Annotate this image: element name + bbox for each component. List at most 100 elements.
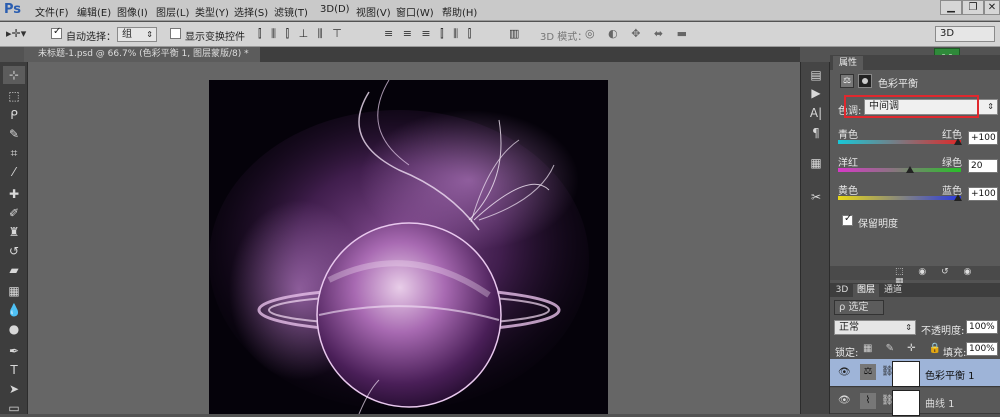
balance-icon: ⚖ <box>840 74 854 88</box>
options-bar: ▸✛▾ ✓ 自动选择： 组 ⇕ 显示变换控件 ⫿ ⫼ ⫿ ⊥ ⫼ ⊤ ≡ ≡ ≡… <box>0 22 1000 47</box>
menu-image[interactable]: 图像(I) <box>117 4 148 19</box>
app-logo: Ps <box>4 2 22 17</box>
layer-name: 色彩平衡 1 <box>925 371 975 382</box>
menu-edit[interactable]: 编辑(E) <box>77 4 111 19</box>
mask-icon[interactable] <box>858 74 872 88</box>
eyedropper-tool-icon[interactable]: ⁄ <box>3 163 25 181</box>
opacity-value[interactable]: 100% <box>966 320 998 334</box>
crop-tool-icon[interactable]: ⌗ <box>3 144 25 162</box>
menu-file[interactable]: 文件(F) <box>35 4 69 19</box>
dropdown-arrows-icon: ⇕ <box>987 102 994 111</box>
marquee-tool-icon[interactable]: ⬚ <box>3 87 25 105</box>
tab-3d[interactable]: 3D <box>832 284 852 297</box>
blur-tool-icon[interactable]: 💧 <box>3 301 25 319</box>
fill-value[interactable]: 100% <box>966 342 998 356</box>
layer-row-color-balance[interactable]: 👁 ⚖ ⛓ 色彩平衡 1 <box>830 359 1000 387</box>
layer-mask-thumbnail[interactable] <box>892 361 920 387</box>
layer-mask-thumbnail[interactable] <box>892 390 920 416</box>
move-tool-preset-icon[interactable]: ▸✛▾ <box>6 27 26 40</box>
auto-align-icon[interactable]: ▥ <box>509 27 519 40</box>
highlight-box <box>844 95 979 118</box>
menu-window[interactable]: 窗口(W) <box>396 4 434 19</box>
properties-title: 色彩平衡 <box>878 79 918 90</box>
menu-help[interactable]: 帮助(H) <box>442 4 477 19</box>
layer-filter-value: ρ 选定 <box>839 302 869 313</box>
actions-panel-icon[interactable]: ▶ <box>806 84 826 102</box>
panel-icon-strip: ▤ ▶ A| ¶ ▦ ✂ <box>800 62 830 414</box>
dodge-tool-icon[interactable]: ● <box>3 320 25 338</box>
menu-view[interactable]: 视图(V) <box>356 4 391 19</box>
pen-tool-icon[interactable]: ✒ <box>3 342 25 360</box>
clone-stamp-tool-icon[interactable]: ♜ <box>3 223 25 241</box>
layer-row-curves[interactable]: 👁 ⌇ ⛓ 曲线 1 <box>830 388 1000 416</box>
tool-presets-panel-icon[interactable]: ✂ <box>806 188 826 206</box>
menu-3d[interactable]: 3D(D) <box>320 4 350 15</box>
layer-filter-dropdown[interactable]: ρ 选定 <box>834 300 884 315</box>
gradient-tool-icon[interactable]: ▦ <box>3 282 25 300</box>
menu-bar: Ps 文件(F) 编辑(E) 图像(I) 图层(L) 类型(Y) 选择(S) 滤… <box>0 0 1000 21</box>
menu-filter[interactable]: 滤镜(T) <box>274 4 308 19</box>
lock-icons[interactable]: ▦ ✎ ✛ 🔒 <box>863 343 946 354</box>
type-tool-icon[interactable]: T <box>3 361 25 379</box>
tab-properties[interactable]: 属性 <box>833 56 863 70</box>
history-panel-icon[interactable]: ▤ <box>806 66 826 84</box>
dropdown-arrows-icon: ⇕ <box>905 323 912 332</box>
document-tab-label: 未标题-1.psd @ 66.7% (色彩平衡 1, 图层蒙版/8) * <box>38 49 249 59</box>
document-canvas[interactable] <box>209 80 608 414</box>
slider-thumb[interactable] <box>954 138 962 145</box>
healing-brush-tool-icon[interactable]: ✚ <box>3 185 25 203</box>
lasso-tool-icon[interactable]: ᑭ <box>3 106 25 124</box>
balance-icon: ⚖ <box>860 364 876 380</box>
tab-channels[interactable]: 通道 <box>880 284 906 297</box>
mask-circle <box>862 78 868 84</box>
curves-icon: ⌇ <box>860 393 876 409</box>
brush-tool-icon[interactable]: ✐ <box>3 204 25 222</box>
slider-thumb[interactable] <box>954 194 962 201</box>
move-tool-icon[interactable]: ⊹ <box>3 66 25 84</box>
layer-comps-panel-icon[interactable]: ▦ <box>806 154 826 172</box>
auto-select-dropdown[interactable]: 组 ⇕ <box>117 27 157 42</box>
preserve-luminosity-checkbox[interactable]: ✓ <box>842 213 853 226</box>
paragraph-panel-icon[interactable]: ¶ <box>806 124 826 142</box>
document-tab[interactable]: 未标题-1.psd @ 66.7% (色彩平衡 1, 图层蒙版/8) * × <box>24 47 260 73</box>
quick-select-tool-icon[interactable]: ✎ <box>3 125 25 143</box>
planet-artwork <box>209 80 608 414</box>
magenta-green-value[interactable]: 20 <box>968 159 998 173</box>
cyan-red-slider[interactable] <box>838 140 961 144</box>
tools-panel: ⊹ ⬚ ᑭ ✎ ⌗ ⁄ ✚ ✐ ♜ ↺ ▰ ▦ 💧 ● ✒ T ➤ ▭ <box>0 62 28 417</box>
eraser-tool-icon[interactable]: ▰ <box>3 261 25 279</box>
character-panel-icon[interactable]: A| <box>806 104 826 122</box>
eye-icon[interactable]: 👁 <box>838 395 851 406</box>
menu-select[interactable]: 选择(S) <box>234 4 268 19</box>
blend-mode-dropdown[interactable]: 正常 ⇕ <box>834 320 916 335</box>
magenta-green-slider[interactable] <box>838 168 961 172</box>
workspace-value: 3D <box>940 28 955 39</box>
path-selection-tool-icon[interactable]: ➤ <box>3 380 25 398</box>
align-icons[interactable]: ⫿ ⫼ ⫿ ⊥ ⫼ ⊤ <box>258 27 345 41</box>
menu-layer[interactable]: 图层(L) <box>156 4 189 19</box>
eye-icon[interactable]: 👁 <box>838 367 851 378</box>
restore-button[interactable]: ❐ <box>962 0 984 15</box>
close-button[interactable]: ✕ <box>984 0 1000 15</box>
yellow-blue-slider[interactable] <box>838 196 961 200</box>
tab-layers[interactable]: 图层 <box>853 284 879 297</box>
mode-3d-label: 3D 模式： <box>540 32 588 43</box>
show-transform-checkbox[interactable] <box>170 28 181 39</box>
auto-select-checkbox[interactable]: ✓ <box>51 26 62 39</box>
history-brush-tool-icon[interactable]: ↺ <box>3 242 25 260</box>
rectangle-tool-icon[interactable]: ▭ <box>3 399 25 417</box>
minimize-button[interactable]: ▁ <box>940 0 962 15</box>
slider-thumb[interactable] <box>906 166 914 173</box>
menu-type[interactable]: 类型(Y) <box>195 4 229 19</box>
workspace-dropdown[interactable]: 3D <box>935 26 995 42</box>
slider-magenta-label: 洋红 <box>838 158 858 169</box>
3d-mode-icons[interactable]: ◎ ◐ ✥ ⬌ ▬ <box>585 27 692 40</box>
cyan-red-value[interactable]: +100 <box>968 131 998 145</box>
yellow-blue-value[interactable]: +100 <box>968 187 998 201</box>
distribute-icons[interactable]: ≡ ≡ ≡ ⫿ ⫼ ⫿ <box>384 27 474 41</box>
check-icon: ✓ <box>844 213 853 224</box>
opacity-label: 不透明度: <box>921 326 965 337</box>
lock-label: 锁定: <box>835 348 859 359</box>
fill-label: 填充: <box>943 348 967 359</box>
slider-green-label: 绿色 <box>942 158 962 169</box>
